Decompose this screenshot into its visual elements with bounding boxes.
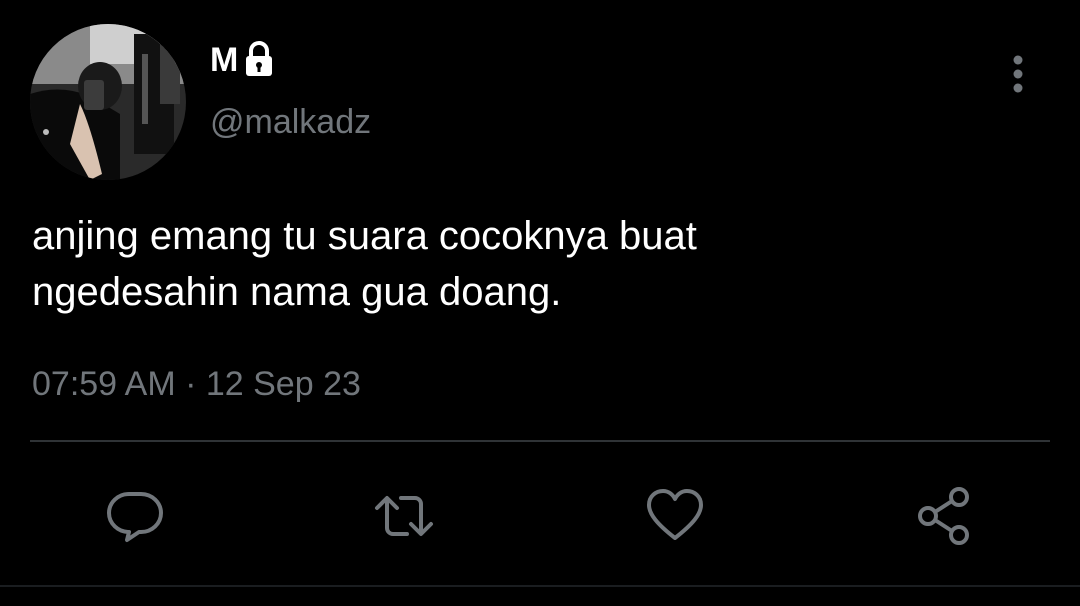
- more-options-button[interactable]: [996, 52, 1040, 96]
- profile-photo-icon: [30, 24, 186, 180]
- vertical-ellipsis-icon: [1013, 55, 1023, 93]
- tweet-text-line: anjing emang tu suara cocoknya buat: [32, 214, 697, 258]
- tweet-timestamp[interactable]: 07:59 AM · 12 Sep 23: [32, 362, 361, 406]
- share-button[interactable]: [907, 478, 983, 554]
- display-name[interactable]: M: [210, 38, 238, 82]
- name-row: M: [210, 38, 276, 82]
- bottom-divider: [0, 585, 1080, 587]
- avatar[interactable]: [30, 24, 186, 180]
- user-handle[interactable]: @malkadz: [210, 100, 371, 144]
- share-icon: [918, 487, 969, 545]
- like-button[interactable]: [637, 478, 713, 554]
- speech-bubble-icon: [107, 492, 163, 542]
- heart-icon: [647, 489, 703, 540]
- lock-icon: [242, 41, 276, 79]
- retweet-button[interactable]: [366, 478, 442, 554]
- reply-button[interactable]: [97, 478, 173, 554]
- tweet-detail: M @malkadz anjing emang tu suara cocokny…: [0, 0, 1080, 606]
- divider: [30, 440, 1050, 442]
- tweet-text: anjing emang tu suara cocoknya buat nged…: [32, 208, 1032, 320]
- tweet-actions-bar: [0, 478, 1080, 554]
- tweet-text-line: ngedesahin nama gua doang.: [32, 270, 562, 314]
- retweet-icon: [375, 496, 433, 536]
